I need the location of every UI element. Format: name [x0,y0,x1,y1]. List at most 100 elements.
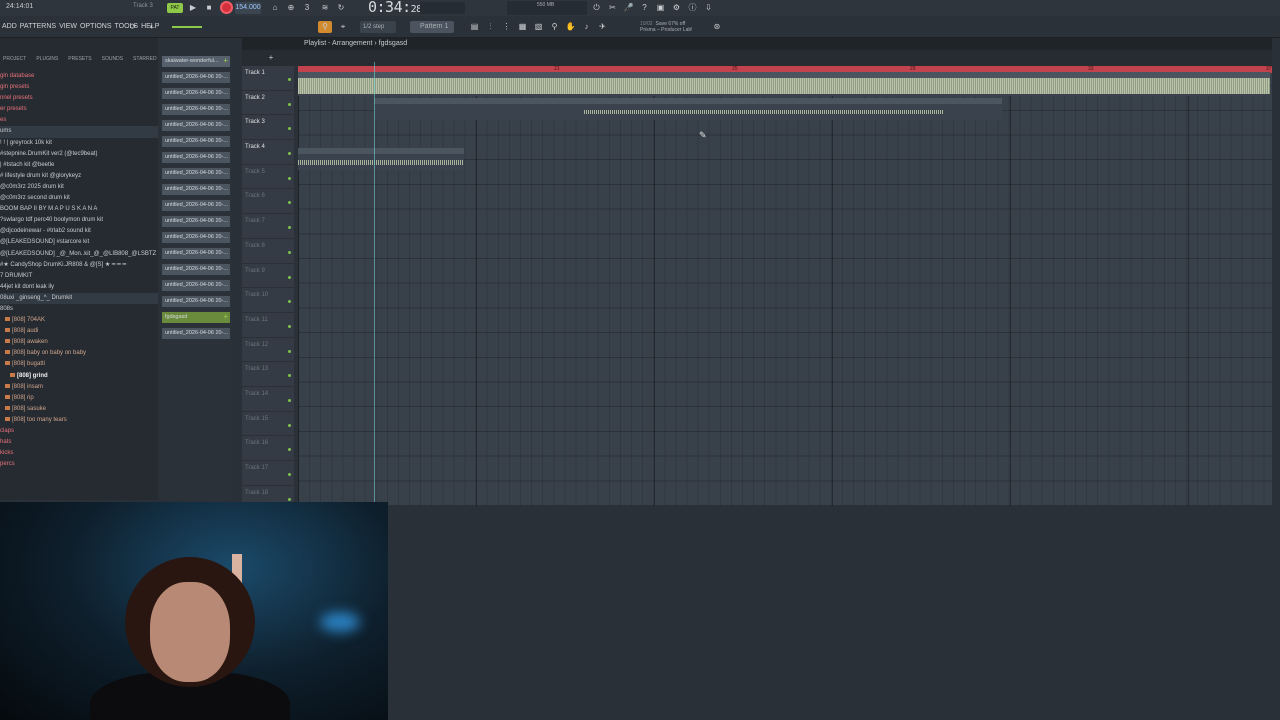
pattern-song-toggle[interactable]: PAT [167,3,183,13]
browser-item[interactable]: kicks [0,448,158,459]
pattern-item[interactable]: untitled_2026-04-06 20-... [162,152,230,168]
playlist-title[interactable]: Playlist - Arrangement › fgdsgasd [242,38,1272,50]
piano-roll-icon[interactable]: ▦ [516,21,529,33]
browser-item[interactable]: # lifestyle drum kit @glorykeyz [0,171,158,182]
track-header[interactable]: Track 10 [242,288,294,313]
info-icon[interactable]: ⓘ [686,2,699,14]
audio-clip[interactable]: untitled_2026-04-06 20-48-13_Insert 1 [374,98,1002,120]
track-header[interactable]: Track 7 [242,214,294,239]
track-led-icon[interactable] [288,127,291,131]
blend-icon[interactable]: ≋ [318,2,332,14]
browser-item[interactable]: es [0,115,158,126]
plus-icon[interactable]: + [223,312,228,322]
pattern-item[interactable]: untitled_2026-04-06 20-... [162,184,230,200]
track-header[interactable]: Track 16 [242,436,294,461]
menu-options[interactable]: OPTIONS [80,23,112,30]
track-led-icon[interactable] [288,324,291,328]
playlist-add-icon[interactable]: + [264,52,278,64]
refresh-icon[interactable]: ⟳ [126,21,140,33]
magnet-icon[interactable]: ⌖ [336,21,350,33]
link-off-icon[interactable]: ✈ [596,21,609,33]
browser-item[interactable]: 08uxi _ginseng_^_ Drumkit [0,292,158,304]
master-volume-icon[interactable]: ◐ [145,21,159,33]
menu-view[interactable]: VIEW [59,23,77,30]
browser-item[interactable]: [808] baby on baby on baby [0,348,158,359]
pattern-item[interactable]: untitled_2026-04-06 20-... [162,264,230,280]
track-led-icon[interactable] [288,250,291,254]
pattern-item[interactable]: untitled_2026-04-06 20-... [162,200,230,216]
track-header[interactable]: Track 3 [242,115,294,141]
track-led-icon[interactable] [288,448,291,452]
playlist-grid[interactable] [298,66,1272,506]
browser-item[interactable]: [808] 704AK [0,315,158,326]
browser-item[interactable]: #★ CandyShop DrumKi.JR808 & @[S] ★ ━ ━ ━ [0,260,158,271]
track-led-icon[interactable] [288,374,291,378]
pattern-item[interactable]: untitled_2026-04-06 20-... [162,168,230,184]
pattern-item[interactable]: untitled_2026-04-06 20-... [162,232,230,248]
track-led-icon[interactable] [288,176,291,180]
browser-item[interactable]: #stepnine.DrumKit ver2 (@tec9beat) [0,149,158,160]
track-led-icon[interactable] [288,78,291,81]
mic-icon[interactable]: 🎤 [622,2,635,14]
track-header[interactable]: Track 9 [242,264,294,289]
power-icon[interactable]: ⏻ [590,2,603,14]
pattern-item[interactable]: fgdsgasd + [162,312,230,328]
browser-item[interactable]: hats [0,437,158,448]
track-led-icon[interactable] [288,473,291,476]
globe-icon[interactable]: ⊛ [710,21,724,33]
tab-presets[interactable]: PRESETS [68,56,91,66]
browser-item[interactable]: er presets [0,104,158,115]
track-header[interactable]: Track 1 [242,66,294,91]
audio-clip[interactable]: skaiwater-wonderful-type-beat-e4e [298,72,1270,96]
touch-icon[interactable]: ✋ [564,21,577,33]
tempo-tap-icon[interactable]: ♪ [580,21,593,33]
channel-rack-icon[interactable]: ⋮ [500,21,513,33]
menu-patterns[interactable]: PATTERNS [20,23,56,30]
browser-item[interactable]: ?swlargo tdf perc40 boolymon drum kit [0,215,158,226]
plugin-picker-icon[interactable]: ⚲ [548,21,561,33]
browser-item[interactable]: [808] grind [0,371,158,382]
download-icon[interactable]: ⇩ [702,2,715,14]
browser-item[interactable]: @djcodeinewar - #trlab2 sound kit [0,226,158,237]
tab-plugins[interactable]: PLUGINS [36,56,58,66]
plugin-icon[interactable]: ⚙ [670,2,683,14]
track-header[interactable]: Track 15 [242,412,294,437]
track-led-icon[interactable] [288,497,291,501]
pattern-item[interactable]: untitled_2026-04-06 20-... [162,296,230,312]
help-icon[interactable]: ? [638,2,651,14]
master-volume-slider[interactable] [172,26,202,28]
loop-record-icon[interactable]: ↻ [334,2,348,14]
browser-item[interactable]: ! ! | greyrock 10k kit [0,138,158,149]
track-led-icon[interactable] [288,275,291,279]
browser-item[interactable]: 808s [0,304,158,315]
news-line-2[interactable]: Prisma – Producer Lab! [640,27,693,33]
metronome-icon[interactable]: ⌂ [268,2,282,14]
browser-item[interactable]: [808] awaken [0,337,158,348]
browser-item[interactable]: [808] too many tears [0,415,158,426]
pattern-item[interactable]: untitled_2026-04-06 20-... [162,104,230,120]
browser-item[interactable]: [808] insam [0,382,158,393]
pattern-item[interactable]: untitled_2026-04-06 20-... [162,88,230,104]
tools-icon[interactable]: ✂ [606,2,619,14]
track-header[interactable]: Track 5 [242,165,294,190]
plus-icon[interactable]: + [223,56,228,66]
mixer-icon[interactable]: ⫶ [484,21,497,33]
browser-item[interactable]: [808] sasuke [0,404,158,415]
pattern-select[interactable]: Pattern 1 [410,21,454,33]
track-header[interactable]: Track 13 [242,362,294,387]
browser-item[interactable]: percs [0,459,158,470]
browser-item[interactable]: gin database [0,71,158,82]
track-header[interactable]: Track 11 [242,313,294,338]
pattern-item[interactable]: untitled_2026-04-06 20-... [162,280,230,296]
playlist-icon[interactable]: ▤ [468,21,481,33]
browser-item[interactable]: nnel presets [0,93,158,104]
track-led-icon[interactable] [288,201,291,205]
playhead[interactable] [374,62,375,502]
browser-item[interactable]: [808] bugatti [0,359,158,370]
pattern-item[interactable]: untitled_2026-04-06 20-... [162,120,230,136]
audio-clip[interactable]: untitled_2026-04-06 20-38-22_Insert 1 [298,148,464,170]
browser-icon[interactable]: ▧ [532,21,545,33]
track-header[interactable]: Track 4 [242,140,294,165]
menu-add[interactable]: ADD [2,23,17,30]
browser-item[interactable]: BOOM BAP II BY M A P U S K A N A [0,204,158,215]
